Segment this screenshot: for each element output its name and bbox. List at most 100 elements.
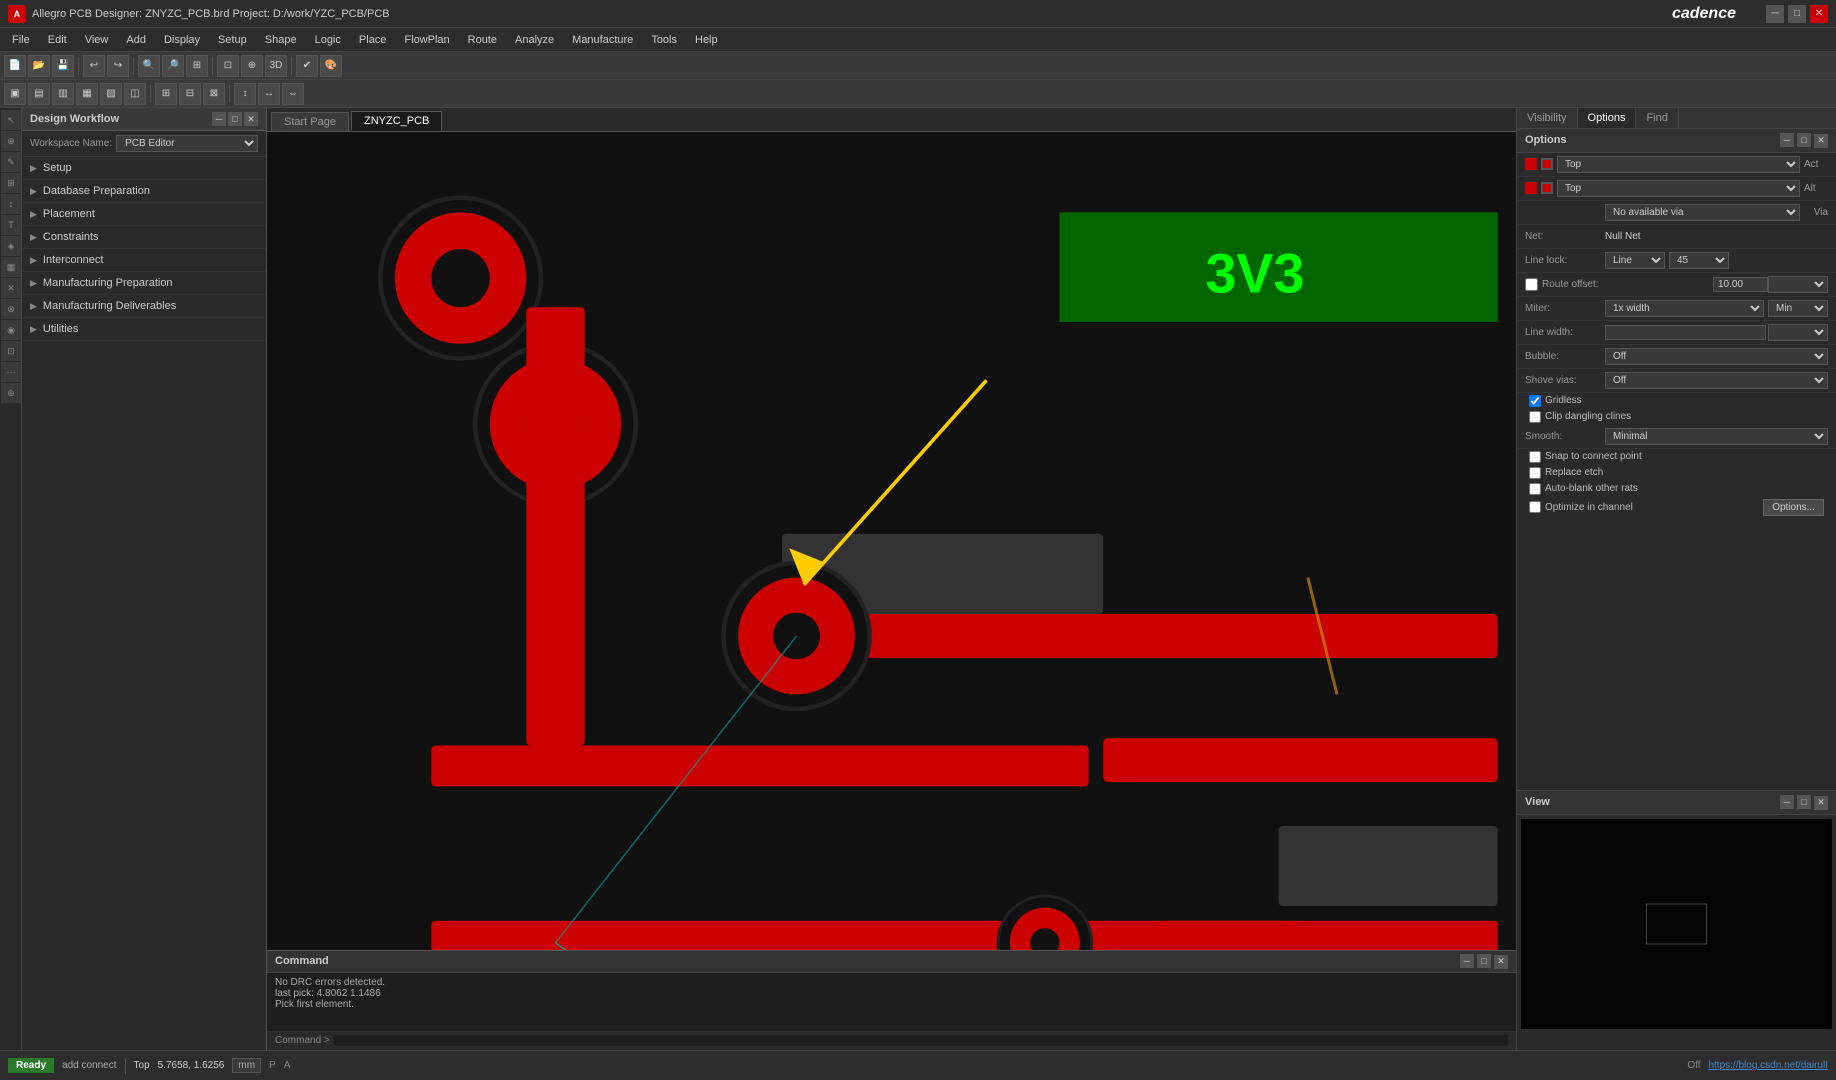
line-lock-angle-select[interactable]: 45	[1669, 252, 1729, 269]
wf-item-utilities[interactable]: ▶ Utilities	[22, 318, 266, 341]
tab-find[interactable]: Find	[1636, 108, 1678, 128]
tb2-5[interactable]: ▧	[100, 83, 122, 105]
wf-item-mfg-prep[interactable]: ▶ Manufacturing Preparation	[22, 272, 266, 295]
alt-layer-select[interactable]: Top	[1557, 180, 1800, 197]
tab-start[interactable]: Start Page	[271, 112, 349, 131]
pcb-canvas-area[interactable]: PB4_ZHT20_B PB4_ZHT20_B 3V3 RX3_RS485 RX…	[267, 132, 1516, 950]
cmd-restore[interactable]: □	[1477, 954, 1491, 968]
view-restore[interactable]: □	[1797, 795, 1811, 809]
left-icon-2[interactable]: ⊕	[1, 131, 21, 151]
left-icon-8[interactable]: ▦	[1, 257, 21, 277]
tb-drc[interactable]: ✔	[296, 55, 318, 77]
wf-item-constraints[interactable]: ▶ Constraints	[22, 226, 266, 249]
line-width-input[interactable]: 0.2000	[1605, 325, 1766, 340]
workflow-close[interactable]: ✕	[244, 112, 258, 126]
tb-3d[interactable]: 3D	[265, 55, 287, 77]
workspace-select[interactable]: PCB Editor	[116, 135, 258, 152]
left-icon-12[interactable]: ⊡	[1, 341, 21, 361]
tb-save[interactable]: 💾	[52, 55, 74, 77]
left-icon-5[interactable]: ↕	[1, 194, 21, 214]
left-icon-10[interactable]: ⊗	[1, 299, 21, 319]
menu-edit[interactable]: Edit	[40, 32, 75, 48]
maximize-button[interactable]: □	[1788, 5, 1806, 23]
menu-flowplan[interactable]: FlowPlan	[396, 32, 457, 48]
menu-tools[interactable]: Tools	[643, 32, 685, 48]
menu-shape[interactable]: Shape	[257, 32, 305, 48]
status-unit[interactable]: mm	[232, 1058, 261, 1073]
workflow-minimize[interactable]: ─	[212, 112, 226, 126]
tb-fit[interactable]: ⊞	[186, 55, 208, 77]
cmd-minimize[interactable]: ─	[1460, 954, 1474, 968]
opt-restore[interactable]: □	[1797, 133, 1811, 147]
auto-blank-checkbox[interactable]	[1529, 483, 1541, 495]
menu-view[interactable]: View	[77, 32, 117, 48]
line-width-select[interactable]	[1768, 324, 1828, 341]
tb2-1[interactable]: ▣	[4, 83, 26, 105]
tb-open[interactable]: 📂	[28, 55, 50, 77]
left-icon-6[interactable]: T	[1, 215, 21, 235]
tb-zoom-out[interactable]: 🔎	[162, 55, 184, 77]
tb-new[interactable]: 📄	[4, 55, 26, 77]
miter-min-select[interactable]: Min	[1768, 300, 1828, 317]
tb2-6[interactable]: ◫	[124, 83, 146, 105]
route-offset-checkbox[interactable]	[1525, 278, 1538, 291]
shove-vias-select[interactable]: Off	[1605, 372, 1828, 389]
minimize-button[interactable]: ─	[1766, 5, 1784, 23]
view-close[interactable]: ✕	[1814, 796, 1828, 810]
pcb-canvas[interactable]: PB4_ZHT20_B PB4_ZHT20_B 3V3 RX3_RS485 RX…	[267, 132, 1516, 950]
left-icon-7[interactable]: ◈	[1, 236, 21, 256]
smooth-select[interactable]: Minimal	[1605, 428, 1828, 445]
view-minimize[interactable]: ─	[1780, 795, 1794, 809]
replace-etch-checkbox[interactable]	[1529, 467, 1541, 479]
bubble-select[interactable]: Off	[1605, 348, 1828, 365]
tb2-2[interactable]: ▤	[28, 83, 50, 105]
command-input[interactable]	[334, 1035, 1508, 1046]
tb2-4[interactable]: ▦	[76, 83, 98, 105]
tb-undo[interactable]: ↩	[83, 55, 105, 77]
tb-redo[interactable]: ↪	[107, 55, 129, 77]
opt-minimize[interactable]: ─	[1780, 133, 1794, 147]
miter-select[interactable]: 1x width	[1605, 300, 1764, 317]
menu-place[interactable]: Place	[351, 32, 395, 48]
tab-pcb[interactable]: ZNYZC_PCB	[351, 111, 442, 131]
wf-item-setup[interactable]: ▶ Setup	[22, 157, 266, 180]
opt-close[interactable]: ✕	[1814, 134, 1828, 148]
menu-display[interactable]: Display	[156, 32, 208, 48]
left-icon-11[interactable]: ◉	[1, 320, 21, 340]
tb-snap[interactable]: ⊕	[241, 55, 263, 77]
route-offset-input[interactable]	[1713, 277, 1768, 292]
left-icon-1[interactable]: ↖	[1, 110, 21, 130]
wf-item-db[interactable]: ▶ Database Preparation	[22, 180, 266, 203]
menu-help[interactable]: Help	[687, 32, 726, 48]
clip-dangling-checkbox[interactable]	[1529, 411, 1541, 423]
tab-visibility[interactable]: Visibility	[1517, 108, 1578, 128]
menu-logic[interactable]: Logic	[307, 32, 349, 48]
wf-item-interconnect[interactable]: ▶ Interconnect	[22, 249, 266, 272]
left-icon-13[interactable]: ⋯	[1, 362, 21, 382]
wf-item-placement[interactable]: ▶ Placement	[22, 203, 266, 226]
via-select[interactable]: No available via	[1605, 204, 1800, 221]
tb2-8[interactable]: ⊟	[179, 83, 201, 105]
menu-setup[interactable]: Setup	[210, 32, 255, 48]
menu-add[interactable]: Add	[118, 32, 154, 48]
left-icon-14[interactable]: ⊕	[1, 383, 21, 403]
tb2-12[interactable]: ⇔	[282, 83, 304, 105]
menu-analyze[interactable]: Analyze	[507, 32, 562, 48]
menu-file[interactable]: File	[4, 32, 38, 48]
tb2-11[interactable]: ↔	[258, 83, 280, 105]
tb-grid[interactable]: ⊡	[217, 55, 239, 77]
wf-item-mfg-del[interactable]: ▶ Manufacturing Deliverables	[22, 295, 266, 318]
menu-manufacture[interactable]: Manufacture	[564, 32, 641, 48]
left-icon-3[interactable]: ✎	[1, 152, 21, 172]
snap-connect-checkbox[interactable]	[1529, 451, 1541, 463]
tb-zoom-in[interactable]: 🔍	[138, 55, 160, 77]
options-button[interactable]: Options...	[1763, 499, 1824, 516]
line-lock-select[interactable]: Line	[1605, 252, 1665, 269]
tb-color[interactable]: 🎨	[320, 55, 342, 77]
left-icon-9[interactable]: ✕	[1, 278, 21, 298]
gridless-checkbox[interactable]	[1529, 395, 1541, 407]
workflow-restore[interactable]: □	[228, 112, 242, 126]
act-layer-select[interactable]: Top	[1557, 156, 1800, 173]
route-offset-select[interactable]	[1768, 276, 1828, 293]
menu-route[interactable]: Route	[460, 32, 505, 48]
